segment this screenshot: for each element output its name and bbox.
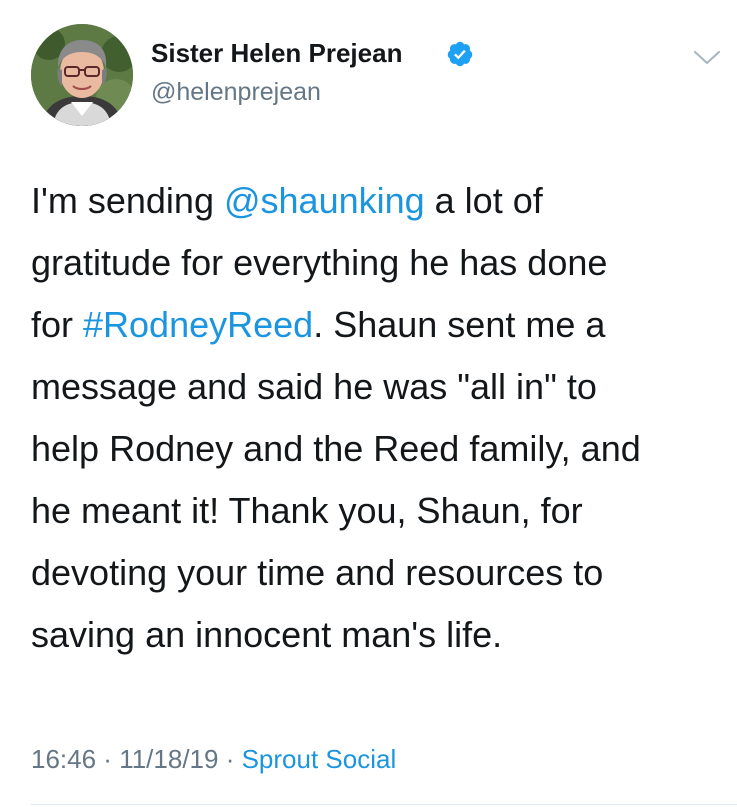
tweet-text-segment: for <box>31 304 84 345</box>
tweet-text-segment: a lot of <box>424 180 543 221</box>
tweet-text-line: gratitude for everything he has done <box>31 232 711 294</box>
tweet-text-segment: gratitude for everything he has done <box>31 242 608 283</box>
tweet-text: I'm sending @shaunking a lot of gratitude… <box>31 170 711 666</box>
tweet-time[interactable]: 16:46 <box>31 744 96 774</box>
tweet-text-line: message and said he was "all in" to <box>31 356 711 418</box>
tweet-source-link[interactable]: Sprout Social <box>242 744 397 774</box>
avatar[interactable] <box>31 24 133 126</box>
tweet-text-line: help Rodney and the Reed family, and <box>31 418 711 480</box>
tweet-text-line: for #RodneyReed. Shaun sent me a <box>31 294 711 356</box>
tweet-text-segment: devoting your time and resources to <box>31 552 604 593</box>
hashtag-link[interactable]: #RodneyReed <box>83 304 313 345</box>
tweet-text-line: he meant it! Thank you, Shaun, for <box>31 480 711 542</box>
meta-separator: · <box>96 744 120 774</box>
chevron-down-icon[interactable] <box>690 46 724 70</box>
tweet-text-segment: he meant it! Thank you, Shaun, for <box>31 490 583 531</box>
tweet-text-segment: saving an innocent man's life. <box>31 614 503 655</box>
tweet-text-line: I'm sending @shaunking a lot of <box>31 170 711 232</box>
tweet-date[interactable]: 11/18/19 <box>119 744 218 774</box>
tweet-text-segment: help Rodney and the Reed family, and <box>31 428 641 469</box>
author-display-name[interactable]: Sister Helen Prejean <box>151 37 402 69</box>
tweet-text-segment: I'm sending <box>31 180 224 221</box>
tweet-text-segment: . Shaun sent me a <box>313 304 606 345</box>
divider <box>31 804 737 805</box>
verified-badge-icon <box>447 41 473 67</box>
avatar-image <box>31 24 133 126</box>
tweet-text-line: devoting your time and resources to <box>31 542 711 604</box>
tweet-text-line: saving an innocent man's life. <box>31 604 711 666</box>
tweet-card: Sister Helen Prejean @helenprejean I'm s… <box>0 0 737 807</box>
meta-separator: · <box>218 744 242 774</box>
tweet-meta: 16:46 · 11/18/19 · Sprout Social <box>31 742 396 776</box>
mention-link[interactable]: @shaunking <box>224 180 425 221</box>
author-handle[interactable]: @helenprejean <box>151 77 321 107</box>
tweet-text-segment: message and said he was "all in" to <box>31 366 597 407</box>
